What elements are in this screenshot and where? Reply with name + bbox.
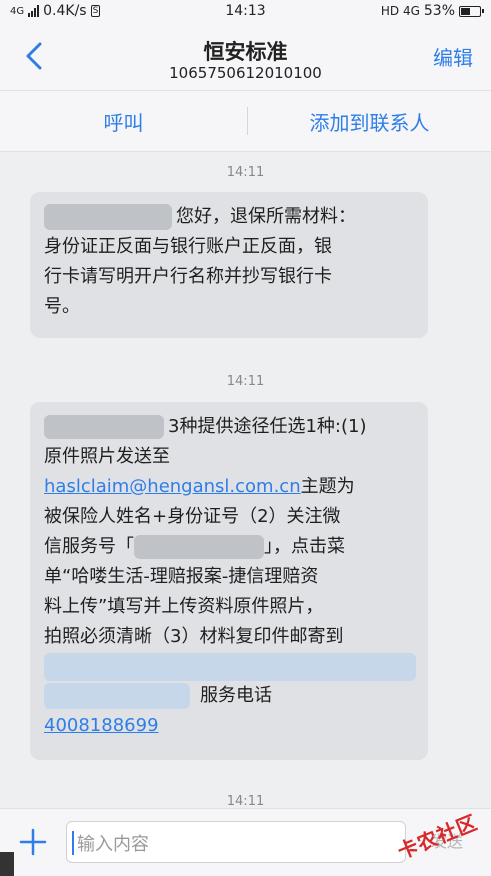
- phone-link[interactable]: 4008188699: [44, 715, 159, 736]
- email-link[interactable]: haslclaim@hengansl.com.cn: [44, 476, 301, 497]
- plus-icon: [19, 828, 47, 856]
- message-bubble[interactable]: 3种提供途径任选1种:(1) 原件照片发送至 haslclaim@hengans…: [30, 402, 428, 760]
- battery-icon: [459, 5, 484, 17]
- message-line: 3种提供途径任选1种:(1): [44, 412, 414, 442]
- message-line: haslclaim@hengansl.com.cn主题为: [44, 472, 414, 502]
- message-line: 号。: [44, 296, 80, 317]
- message-text: 3种提供途径任选1种:(1): [168, 416, 367, 437]
- message-text: 信服务号「: [44, 536, 134, 557]
- action-bar: 呼叫 添加到联系人: [0, 90, 491, 152]
- call-button[interactable]: 呼叫: [0, 107, 247, 136]
- text-cursor: [72, 831, 74, 855]
- message-text: 您好，退保所需材料：: [176, 206, 356, 227]
- edit-button[interactable]: 编辑: [433, 42, 473, 71]
- message-timestamp: 14:11: [226, 165, 265, 180]
- message-line: 服务电话: [44, 681, 414, 711]
- message-line: 行卡请写明开户行名称并抄写银行卡: [44, 266, 332, 287]
- message-line: 4008188699: [44, 711, 414, 741]
- contact-name: 恒安标准: [203, 40, 288, 64]
- redacted-block: [44, 653, 416, 681]
- message-timestamp: 14:11: [226, 794, 265, 809]
- add-contact-button[interactable]: 添加到联系人: [248, 107, 491, 136]
- message-line: [44, 653, 416, 681]
- message-timestamp: 14:11: [226, 374, 265, 389]
- battery-percent: 53%: [423, 3, 455, 19]
- redacted-block: [44, 415, 164, 439]
- contact-number: 1065750612010100: [169, 64, 322, 82]
- message-line: 您好，退保所需材料：: [44, 202, 414, 232]
- message-line: 被保险人姓名+身份证号（2）关注微: [44, 506, 341, 527]
- message-input[interactable]: 输入内容: [66, 821, 406, 863]
- message-line: 料上传”填写并上传资料原件照片，: [44, 596, 324, 617]
- message-text: 」，点击菜: [264, 536, 345, 557]
- hd-network: HD 4G: [380, 4, 420, 18]
- corner-mark: [0, 852, 14, 876]
- message-line: 拍照必须清晰（3）材料复印件邮寄到: [44, 626, 344, 647]
- message-line: 信服务号「 」，点击菜: [44, 532, 414, 562]
- message-line: 原件照片发送至: [44, 446, 170, 467]
- conversation-header: 恒安标准 1065750612010100 编辑: [0, 24, 491, 90]
- message-bubble[interactable]: 您好，退保所需材料： 身份证正反面与银行账户正反面，银 行卡请写明开户行名称并抄…: [30, 192, 428, 338]
- redacted-block: [134, 535, 264, 559]
- message-text: 服务电话: [200, 685, 272, 706]
- message-line: 单“哈喽生活-理赔报案-捷信理赔资: [44, 566, 319, 587]
- redacted-block: [44, 204, 172, 230]
- message-line: 身份证正反面与银行账户正反面，银: [44, 236, 332, 257]
- status-bar: 4G 0.4K/s S 14:13 HD 4G 53%: [0, 0, 491, 24]
- attach-button[interactable]: [18, 827, 48, 857]
- redacted-block: [44, 683, 190, 709]
- message-text: 主题为: [300, 476, 355, 497]
- compose-bar: 输入内容 发送 卡农社区: [0, 808, 491, 876]
